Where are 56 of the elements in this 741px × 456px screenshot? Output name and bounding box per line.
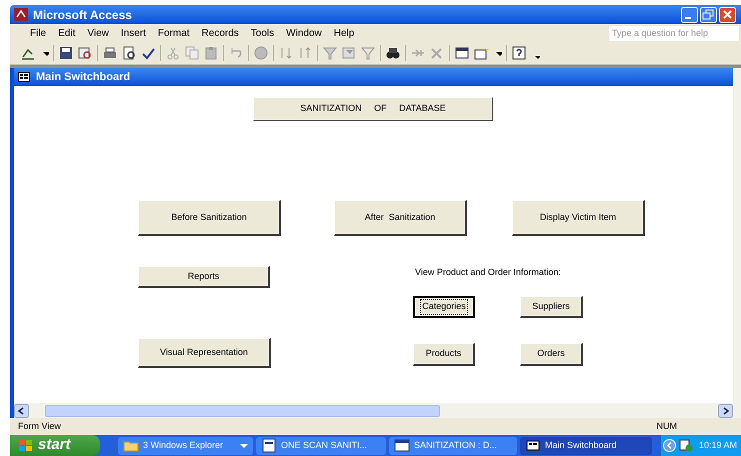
form-button[interactable]: Orders — [520, 343, 583, 366]
start-button[interactable]: start — [10, 435, 100, 456]
menu-item[interactable]: Window — [280, 26, 328, 40]
menu-item[interactable]: Edit — [52, 26, 82, 40]
scroll-left-button[interactable] — [14, 404, 29, 418]
minimize-button[interactable] — [681, 6, 698, 22]
form-button[interactable]: After Sanitization — [334, 200, 467, 236]
clock: 10:19 AM — [698, 438, 737, 452]
dropdown-arrow-icon — [240, 442, 248, 448]
menu-item[interactable]: Help — [328, 26, 360, 40]
document-icon — [261, 438, 277, 453]
section-caption: View Product and Order Information: — [415, 266, 561, 279]
close-button[interactable] — [719, 6, 736, 22]
window-title: Microsoft Access — [33, 6, 132, 24]
print-preview-icon[interactable] — [121, 45, 137, 61]
form-title: Main Switchboard — [36, 70, 130, 85]
taskbar-button[interactable]: 3 Windows Explorer — [118, 436, 253, 454]
help-search-field[interactable]: Type a question for help — [609, 26, 739, 40]
taskbar-button[interactable]: SANITIZATION : D... — [389, 436, 517, 454]
menu-item[interactable]: View — [81, 26, 115, 40]
save-icon[interactable] — [58, 45, 74, 61]
scrollbar-thumb[interactable] — [45, 404, 440, 416]
filter-icon[interactable] — [360, 45, 376, 61]
menu-item[interactable]: File — [24, 26, 52, 40]
menu-item[interactable]: Format — [152, 26, 196, 40]
form-button[interactable]: Categories — [413, 296, 475, 318]
form-button[interactable]: Visual Representation — [138, 338, 271, 368]
status-text: Form View — [18, 420, 61, 433]
clipboard-icon[interactable] — [203, 45, 219, 61]
form-button[interactable]: Display Victim Item — [512, 200, 645, 236]
num-lock-indicator: NUM — [656, 420, 677, 433]
windows-logo-icon — [18, 438, 34, 452]
tray-app-icon[interactable] — [678, 439, 693, 452]
menu-item[interactable]: Insert — [114, 26, 152, 40]
help-icon[interactable] — [511, 45, 527, 61]
form-button[interactable]: Reports — [138, 266, 270, 288]
menu-item[interactable]: Tools — [244, 26, 280, 40]
new-object-icon[interactable] — [473, 45, 489, 61]
form-heading: SANITIZATION OF DATABASE — [253, 97, 493, 121]
form-button[interactable]: Products — [413, 343, 475, 366]
taskbar-button[interactable]: Main Switchboard — [520, 436, 652, 454]
database-window-icon[interactable] — [454, 45, 470, 61]
window-icon — [394, 438, 410, 453]
menu-item[interactable]: Records — [196, 26, 245, 40]
filter-form-icon[interactable] — [341, 45, 357, 61]
printer-icon[interactable] — [102, 45, 118, 61]
form-icon — [18, 72, 30, 82]
restore-button[interactable] — [700, 6, 717, 22]
taskbar-button[interactable]: ONE SCAN SANITI... — [256, 436, 386, 454]
filter-selection-icon[interactable] — [322, 45, 338, 61]
app-icon — [14, 8, 28, 21]
scroll-right-button[interactable] — [718, 404, 733, 418]
form-button[interactable]: Before Sanitization — [138, 200, 281, 236]
form-button[interactable]: Suppliers — [520, 296, 583, 318]
binoculars-icon[interactable] — [385, 45, 401, 61]
form-icon — [525, 438, 541, 453]
